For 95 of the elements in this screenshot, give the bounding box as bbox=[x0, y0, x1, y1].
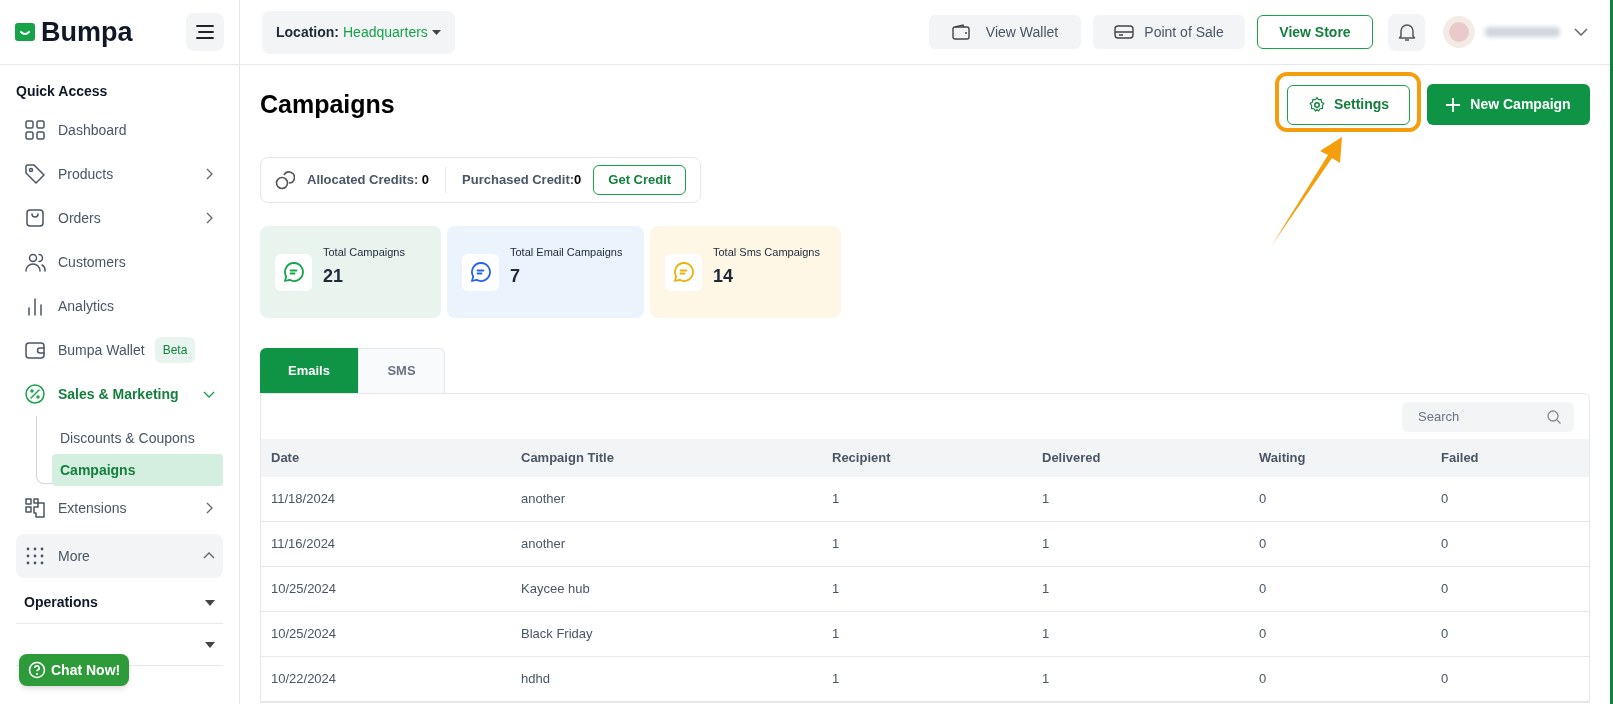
table-cell-text: 0 bbox=[1441, 580, 1450, 599]
table-cell-text: 1 bbox=[1042, 580, 1051, 599]
menu-button[interactable] bbox=[186, 13, 224, 51]
card-reader-icon bbox=[1114, 25, 1135, 39]
caret-icon bbox=[431, 29, 441, 35]
caret-icon[interactable] bbox=[205, 599, 215, 606]
nav-item[interactable]: Bumpa Wallet Beta bbox=[16, 328, 223, 372]
puzzle-icon bbox=[24, 497, 46, 519]
brand-name: Bumpa bbox=[41, 18, 133, 46]
table-cell-text: 0 bbox=[1441, 535, 1450, 554]
table-cell-text: 1 bbox=[832, 535, 841, 554]
stat-value: 14 bbox=[713, 265, 735, 289]
credit-label: Purchased Credit:0 bbox=[445, 167, 582, 193]
nav-item[interactable]: Extensions bbox=[16, 486, 223, 530]
tab[interactable]: Emails bbox=[260, 348, 358, 393]
settings-button[interactable]: Settings bbox=[1287, 84, 1410, 125]
column-header: Failed bbox=[1441, 449, 1480, 468]
stat-label: Total Sms Campaigns bbox=[713, 244, 820, 260]
page-title: Campaigns bbox=[260, 88, 395, 120]
plus-icon bbox=[1446, 97, 1461, 112]
table-cell-text: 1 bbox=[1042, 490, 1051, 509]
bag-icon bbox=[24, 207, 46, 229]
table-cell-text: 10/25/2024 bbox=[271, 625, 338, 644]
table-cell-text: 1 bbox=[1042, 670, 1051, 689]
view-store-button[interactable]: View Store bbox=[1257, 15, 1373, 49]
settings-icon bbox=[1307, 95, 1326, 114]
notification-button[interactable] bbox=[1388, 13, 1425, 51]
table-cell-text: 0 bbox=[1259, 580, 1268, 599]
column-header: Waiting bbox=[1259, 449, 1307, 468]
help-icon bbox=[28, 661, 46, 679]
users-icon bbox=[24, 251, 46, 273]
wallet-icon bbox=[951, 24, 970, 40]
stat-label: Total Email Campaigns bbox=[510, 244, 623, 260]
view-wallet-button[interactable]: View Wallet bbox=[929, 15, 1081, 49]
table-cell-text: Black Friday bbox=[521, 625, 594, 644]
table-cell-text: 1 bbox=[832, 490, 841, 509]
stat-label: Total Campaigns bbox=[323, 244, 405, 260]
nav-item[interactable]: Orders bbox=[16, 196, 223, 240]
table-cell-text: 10/22/2024 bbox=[271, 670, 338, 689]
credit-label: Allocated Credits: 0 bbox=[307, 171, 430, 190]
dots-grid-icon bbox=[24, 545, 46, 567]
point-of-sale-button[interactable]: Point of Sale bbox=[1093, 15, 1245, 49]
nav-item[interactable]: Products bbox=[16, 152, 223, 196]
table-cell-text: 0 bbox=[1259, 490, 1268, 509]
table-cell-text: 1 bbox=[1042, 535, 1051, 554]
caret-icon[interactable] bbox=[205, 641, 215, 648]
table-cell-text: 1 bbox=[832, 580, 841, 599]
nav-item[interactable]: Customers bbox=[16, 240, 223, 284]
column-header: Recipient bbox=[832, 449, 892, 468]
stat-value: 7 bbox=[510, 265, 521, 289]
search-field[interactable]: Search bbox=[1402, 401, 1574, 432]
table-cell-text: 1 bbox=[832, 670, 841, 689]
beta-badge: Beta bbox=[154, 337, 196, 363]
table-cell-text: 0 bbox=[1259, 535, 1268, 554]
table-cell-text: another bbox=[521, 490, 567, 509]
submenu-item[interactable]: Campaigns bbox=[52, 454, 223, 486]
submenu-item[interactable]: Discounts & Coupons bbox=[52, 422, 223, 454]
search-icon bbox=[1546, 408, 1562, 425]
get-credit-button[interactable]: Get Credit bbox=[593, 165, 687, 195]
table-cell-text: 1 bbox=[832, 625, 841, 644]
table-cell-text: 11/16/2024 bbox=[271, 535, 337, 554]
chat-now-button[interactable]: Chat Now! bbox=[19, 654, 130, 686]
column-header: Campaign Title bbox=[521, 449, 615, 468]
column-header: Date bbox=[271, 449, 301, 468]
grid-icon bbox=[24, 119, 46, 141]
location-selector[interactable]: Location: Headquarters bbox=[262, 10, 455, 54]
percent-icon bbox=[24, 383, 46, 405]
new-campaign-button[interactable]: New Campaign bbox=[1427, 84, 1590, 125]
tag-icon bbox=[24, 163, 46, 185]
table-cell-text: 10/25/2024 bbox=[271, 580, 338, 599]
section-heading: Quick Access bbox=[16, 82, 109, 101]
logo-icon bbox=[15, 23, 35, 41]
menu-icon bbox=[196, 25, 214, 39]
table-cell-text: 0 bbox=[1441, 490, 1450, 509]
table-cell-text: another bbox=[521, 535, 567, 554]
table-cell-text: 11/18/2024 bbox=[271, 490, 337, 509]
table-cell-text: 0 bbox=[1259, 625, 1268, 644]
table-cell-text: 1 bbox=[1042, 625, 1051, 644]
table-cell-text: hdhd bbox=[521, 670, 551, 689]
wallet-icon bbox=[24, 339, 46, 361]
coins-icon bbox=[275, 170, 295, 190]
table-cell-text: Kaycee hub bbox=[521, 580, 591, 599]
table-cell-text: 0 bbox=[1259, 670, 1268, 689]
stat-value: 21 bbox=[323, 265, 345, 289]
column-header: Delivered bbox=[1042, 449, 1102, 468]
chevron-down-icon[interactable] bbox=[1574, 28, 1588, 36]
table-cell-text: 0 bbox=[1441, 625, 1450, 644]
group-label: Operations bbox=[24, 593, 98, 612]
tab[interactable]: SMS bbox=[358, 348, 445, 393]
bell-icon bbox=[1397, 22, 1416, 42]
nav-item[interactable]: Dashboard bbox=[16, 108, 223, 152]
table-cell-text: 0 bbox=[1441, 670, 1450, 689]
nav-item[interactable]: Analytics bbox=[16, 284, 223, 328]
nav-item[interactable]: Sales & Marketing bbox=[16, 372, 223, 416]
nav-item[interactable]: More bbox=[16, 534, 223, 578]
